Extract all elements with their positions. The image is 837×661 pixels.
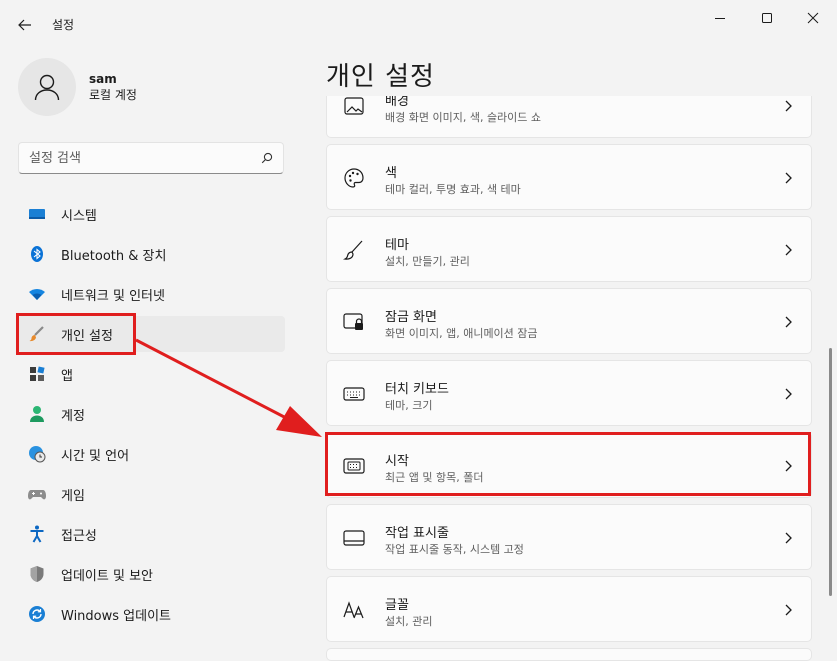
monitor-icon [28,205,46,223]
palette-icon [343,167,365,189]
title-bar: 설정 [0,0,837,48]
search-icon[interactable] [261,152,273,164]
bluetooth-icon [28,245,46,263]
card-title: 잠금 화면 [385,310,437,325]
sidebar-item-label: 게임 [61,488,85,504]
sidebar-item-label: 시간 및 언어 [61,448,130,464]
card-subtitle: 설치, 관리 [385,615,433,628]
annotation-box-nav [16,313,136,355]
card-touch-keyboard[interactable]: 터치 키보드 테마, 크기 [326,360,812,426]
taskbar-icon [343,527,365,549]
minimize-icon [715,18,725,19]
card-colors[interactable]: 색 테마 컬러, 투명 효과, 색 테마 [326,144,812,210]
chevron-right-icon [785,532,792,544]
search-box[interactable] [18,142,284,174]
apps-icon [28,365,46,383]
chevron-right-icon [785,172,792,184]
image-icon [343,96,365,117]
chevron-right-icon [785,316,792,328]
maximize-icon [762,13,772,23]
card-clip: 배경 배경 화면 이미지, 색, 슬라이드 쇼 [326,96,812,138]
sidebar-item-accessibility[interactable]: 접근성 [18,516,285,552]
card-subtitle: 테마, 크기 [385,399,433,412]
card-title: 글꼴 [385,598,409,613]
sidebar-item-label: 업데이트 및 보안 [61,568,153,584]
sidebar-item-update-security[interactable]: 업데이트 및 보안 [18,556,285,592]
card-partial[interactable] [326,648,812,661]
sidebar-item-apps[interactable]: 앱 [18,356,285,392]
card-title: 터치 키보드 [385,382,449,397]
sidebar-item-label: 접근성 [61,528,97,544]
font-icon [343,599,365,621]
person-icon [34,74,60,101]
card-taskbar[interactable]: 작업 표시줄 작업 표시줄 동작, 시스템 고정 [326,504,812,570]
chevron-right-icon [785,244,792,256]
brush-icon [343,239,365,261]
back-button[interactable] [10,10,40,40]
sidebar-item-system[interactable]: 시스템 [18,196,285,232]
chevron-right-icon [785,388,792,400]
sidebar-item-label: 계정 [61,408,85,424]
chevron-right-icon [785,100,792,112]
sidebar-item-network[interactable]: 네트워크 및 인터넷 [18,276,285,312]
card-lock-screen[interactable]: 잠금 화면 화면 이미지, 앱, 애니메이션 잠금 [326,288,812,354]
sidebar-item-label: 네트워크 및 인터넷 [61,288,165,304]
profile-name: sam [89,72,117,86]
back-arrow-icon [18,19,31,31]
accessibility-icon [28,525,46,543]
card-title: 테마 [385,238,409,253]
scrollbar-thumb[interactable] [829,348,832,596]
sidebar-item-label: 시스템 [61,208,97,224]
globe-clock-icon [28,445,46,463]
card-subtitle: 화면 이미지, 앱, 애니메이션 잠금 [385,327,538,340]
card-background[interactable]: 배경 배경 화면 이미지, 색, 슬라이드 쇼 [326,96,812,138]
avatar [18,58,76,116]
card-title: 색 [385,166,397,181]
page-title: 개인 설정 [326,62,435,92]
wifi-icon [28,285,46,303]
annotation-box-start [325,432,811,496]
close-icon [807,12,819,24]
keyboard-icon [343,383,365,405]
sidebar-item-gaming[interactable]: 게임 [18,476,285,512]
card-subtitle: 테마 컬러, 투명 효과, 색 테마 [385,183,521,196]
minimize-button[interactable] [700,4,740,32]
card-subtitle: 배경 화면 이미지, 색, 슬라이드 쇼 [385,111,542,124]
update-icon [28,605,46,623]
search-input[interactable] [29,150,261,166]
gamepad-icon [28,485,46,503]
sidebar-item-accounts[interactable]: 계정 [18,396,285,432]
sidebar-item-label: 앱 [61,368,73,384]
sidebar-item-label: Windows 업데이트 [61,608,172,624]
card-subtitle: 설치, 만들기, 관리 [385,255,470,268]
card-subtitle: 작업 표시줄 동작, 시스템 고정 [385,543,524,556]
card-title: 배경 [385,96,409,109]
sidebar-item-time-language[interactable]: 시간 및 언어 [18,436,285,472]
card-title: 작업 표시줄 [385,526,449,541]
close-button[interactable] [793,4,833,32]
sidebar-item-windows-update[interactable]: Windows 업데이트 [18,596,285,632]
card-fonts[interactable]: 글꼴 설치, 관리 [326,576,812,642]
lock-screen-icon [343,311,365,333]
shield-icon [28,565,46,583]
maximize-button[interactable] [747,4,787,32]
chevron-right-icon [785,604,792,616]
profile-account-type: 로컬 계정 [89,88,137,102]
card-themes[interactable]: 테마 설치, 만들기, 관리 [326,216,812,282]
person-icon [28,405,46,423]
sidebar-nav: 시스템 Bluetooth & 장치 네트워크 및 인터넷 개인 설정 앱 계정… [18,196,285,636]
sidebar-item-label: Bluetooth & 장치 [61,248,167,264]
user-profile[interactable]: sam 로컬 계정 [18,58,137,116]
window-title: 설정 [52,18,75,32]
sidebar-item-bluetooth[interactable]: Bluetooth & 장치 [18,236,285,272]
